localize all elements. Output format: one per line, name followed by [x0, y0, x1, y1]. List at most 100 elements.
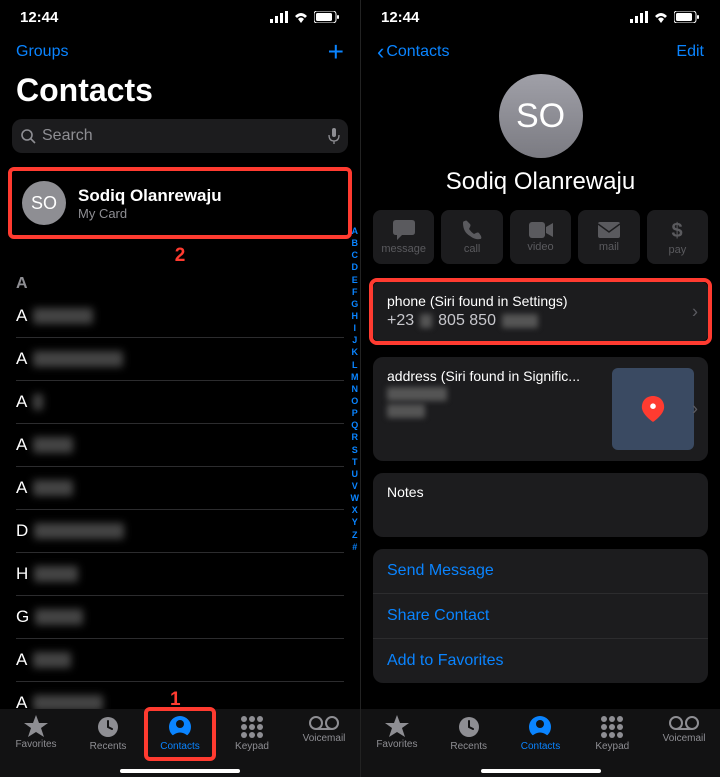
contact-row[interactable]: Ax [16, 381, 344, 424]
tab-keypad[interactable]: Keypad [580, 715, 644, 752]
battery-icon [314, 11, 340, 23]
action-label: mail [599, 241, 619, 253]
home-indicator [481, 769, 601, 773]
mycard-sub: My Card [78, 206, 222, 221]
edit-button[interactable]: Edit [676, 43, 704, 61]
notes-label: Notes [387, 484, 694, 500]
phone-value: +23x 805 850 xxxx [387, 312, 694, 330]
phone-label: phone (Siri found in Settings) [387, 293, 694, 309]
page-title: Contacts [0, 70, 360, 119]
contacts-icon [168, 715, 192, 739]
tab-recents[interactable]: Recents [76, 715, 140, 752]
tab-label: Voicemail [303, 733, 346, 744]
alpha-index[interactable]: ABCDEFGHIJKLMNOPQRSTUVWXYZ# [351, 225, 360, 553]
action-link[interactable]: Add to Favorites [373, 639, 708, 683]
status-bar: 12:44 [361, 0, 720, 34]
tab-favorites[interactable]: Favorites [4, 715, 68, 750]
mycard-highlight: SO Sodiq Olanrewaju My Card [8, 167, 352, 239]
tab-bar: FavoritesRecentsContactsKeypadVoicemail … [0, 709, 360, 777]
contact-row[interactable]: Gx [16, 596, 344, 639]
tab-contacts[interactable]: Contacts [148, 715, 212, 752]
tab-favorites[interactable]: Favorites [365, 715, 429, 750]
message-button[interactable]: message [373, 210, 434, 264]
action-label: call [464, 243, 481, 255]
search-input[interactable]: Search [12, 119, 348, 153]
action-buttons: message call video mail $ pay [361, 210, 720, 278]
mail-icon [598, 222, 620, 238]
my-card-row[interactable]: SO Sodiq Olanrewaju My Card [12, 171, 348, 235]
contact-row[interactable]: Ax [16, 295, 344, 338]
tab-voicemail[interactable]: Voicemail [292, 715, 356, 744]
nav-bar: ‹ Contacts Edit [361, 34, 720, 70]
action-link[interactable]: Share Contact [373, 594, 708, 639]
tab-label: Favorites [376, 739, 417, 750]
call-icon [462, 220, 482, 240]
avatar: SO [22, 181, 66, 225]
pay-icon: $ [669, 219, 685, 241]
phone-card[interactable]: phone (Siri found in Settings) +23x 805 … [373, 282, 708, 341]
chevron-right-icon: › [692, 399, 698, 420]
contact-row[interactable]: Ax [16, 338, 344, 381]
video-icon [529, 222, 553, 238]
status-time: 12:44 [20, 9, 58, 26]
phone-card-highlight: phone (Siri found in Settings) +23x 805 … [369, 278, 712, 345]
map-thumbnail [612, 368, 694, 450]
address-label: address (Siri found in Signific... [387, 368, 602, 384]
pay-button[interactable]: $ pay [647, 210, 708, 264]
tab-voicemail[interactable]: Voicemail [652, 715, 716, 744]
home-indicator [120, 769, 240, 773]
contact-row[interactable]: Dx [16, 510, 344, 553]
mic-icon[interactable] [328, 127, 340, 145]
contacts-icon [528, 715, 552, 739]
tab-label: Recents [90, 741, 127, 752]
contact-row[interactable]: Ax [16, 424, 344, 467]
action-label: pay [668, 244, 686, 256]
notes-card[interactable]: Notes [373, 473, 708, 537]
address-card[interactable]: address (Siri found in Signific... xxxx … [373, 357, 708, 461]
tab-label: Contacts [160, 741, 199, 752]
action-link[interactable]: Send Message [373, 549, 708, 594]
callout-2: 2 [0, 245, 360, 267]
avatar: SO [499, 74, 583, 158]
tab-contacts[interactable]: Contacts [508, 715, 572, 752]
tab-label: Contacts [521, 741, 560, 752]
video-button[interactable]: video [510, 210, 571, 264]
tab-label: Recents [450, 741, 487, 752]
section-header: A [0, 271, 360, 295]
recents-icon [457, 715, 481, 739]
signal-icon [270, 11, 288, 23]
favorites-icon [385, 715, 409, 737]
contact-row[interactable]: Ax [16, 682, 344, 709]
tab-bar: Favorites Recents Contacts Keypad Voicemail [361, 709, 720, 777]
action-label: message [381, 243, 426, 255]
chevron-right-icon: › [692, 301, 698, 322]
keypad-icon [240, 715, 264, 739]
contact-name: Sodiq Olanrewaju [361, 168, 720, 196]
phone-left: 12:44 Groups + Contacts Search SO Sodiq … [0, 0, 360, 777]
nav-bar: Groups + [0, 34, 360, 70]
contact-row[interactable]: Ax [16, 639, 344, 682]
status-icons [270, 11, 340, 23]
mycard-name: Sodiq Olanrewaju [78, 186, 222, 206]
tab-recents[interactable]: Recents [437, 715, 501, 752]
svg-text:$: $ [672, 220, 683, 241]
add-contact-button[interactable]: + [328, 38, 344, 66]
wifi-icon [653, 11, 669, 23]
back-button[interactable]: ‹ Contacts [377, 41, 449, 63]
chevron-left-icon: ‹ [377, 41, 384, 63]
contact-list[interactable]: AxAxAxAxAxDxHxGxAxAx [0, 295, 360, 709]
favorites-icon [24, 715, 48, 737]
search-placeholder: Search [42, 127, 328, 145]
wifi-icon [293, 11, 309, 23]
tab-keypad[interactable]: Keypad [220, 715, 284, 752]
action-label: video [527, 241, 553, 253]
tab-label: Favorites [15, 739, 56, 750]
contact-row[interactable]: Hx [16, 553, 344, 596]
status-icons [630, 11, 700, 23]
mail-button[interactable]: mail [578, 210, 639, 264]
recents-icon [96, 715, 120, 739]
contact-row[interactable]: Ax [16, 467, 344, 510]
call-button[interactable]: call [441, 210, 502, 264]
groups-link[interactable]: Groups [16, 43, 68, 61]
status-bar: 12:44 [0, 0, 360, 34]
